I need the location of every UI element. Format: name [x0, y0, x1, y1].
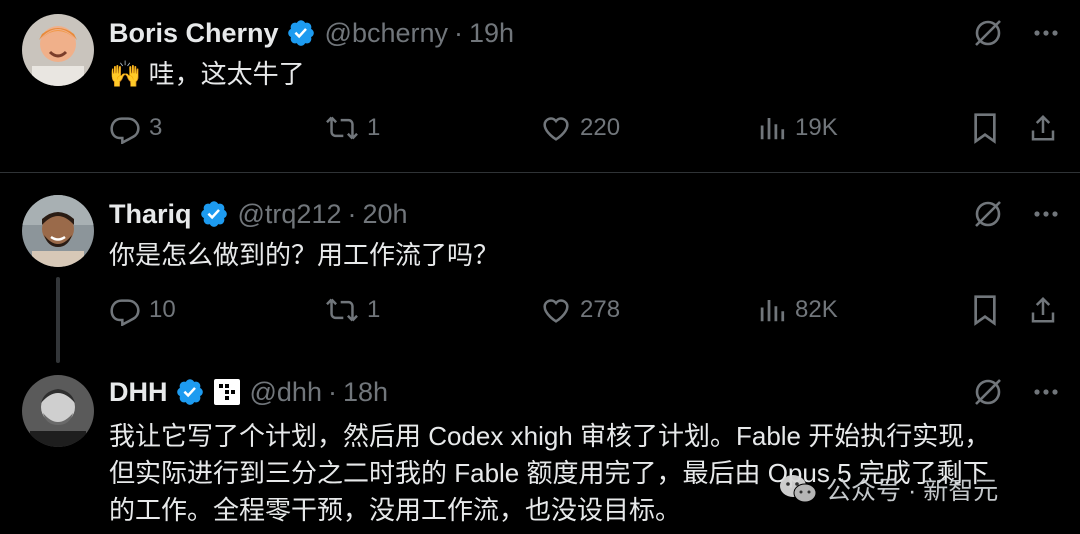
reply-count: 10: [149, 296, 176, 323]
share-button[interactable]: [1028, 112, 1066, 144]
tweet-dhh[interactable]: DHH @dhh · 18h 我让它写了个计划，然后用 Codex xhigh …: [0, 365, 1080, 534]
reply-count: 3: [149, 114, 163, 141]
retweet-icon: [326, 298, 358, 322]
retweet-count: 1: [367, 114, 381, 141]
like-icon: [543, 117, 569, 141]
views-icon: [760, 300, 785, 322]
affiliate-badge-icon[interactable]: [213, 378, 241, 406]
reply-button[interactable]: 3: [109, 112, 162, 144]
wechat-icon: [780, 475, 817, 503]
thread-connector: [56, 277, 60, 363]
bookmark-icon: [974, 295, 996, 326]
share-button[interactable]: [1028, 294, 1066, 326]
tweet-text: 🙌 哇，这太牛了: [109, 59, 305, 89]
user-handle[interactable]: @dhh: [250, 377, 322, 408]
retweet-button[interactable]: 1: [325, 112, 380, 144]
timestamp[interactable]: 18h: [343, 377, 388, 408]
user-name[interactable]: Boris Cherny: [109, 18, 279, 49]
reply-button[interactable]: 10: [109, 294, 176, 326]
more-icon[interactable]: [1032, 200, 1060, 233]
retweet-count: 1: [367, 296, 381, 323]
user-handle[interactable]: @trq212: [238, 199, 342, 230]
more-icon[interactable]: [1032, 378, 1060, 411]
like-count: 278: [580, 296, 621, 323]
bookmark-button[interactable]: [971, 294, 1007, 326]
tweet-header: Boris Cherny @bcherny · 19h: [109, 16, 514, 50]
tweet-text: 你是怎么做到的？用工作流了吗？: [109, 240, 500, 270]
reply-icon: [110, 117, 140, 144]
verified-badge-icon: [199, 199, 229, 229]
tweet-top-actions: [972, 376, 1060, 413]
timestamp[interactable]: 19h: [469, 18, 514, 49]
share-icon: [1031, 114, 1055, 141]
like-icon: [543, 299, 569, 323]
tweet-header: Thariq @trq212 · 20h: [109, 197, 408, 231]
tweet-boris[interactable]: Boris Cherny @bcherny · 19h 🙌 哇，这太牛了 3 1…: [0, 0, 1080, 172]
separator: ·: [347, 198, 357, 229]
user-name[interactable]: DHH: [109, 377, 168, 408]
views-button[interactable]: 19K: [757, 112, 838, 144]
tweet-top-actions: [972, 198, 1060, 235]
views-icon: [760, 118, 785, 140]
like-button[interactable]: 220: [540, 112, 620, 144]
bookmark-icon: [974, 113, 996, 144]
views-count: 19K: [795, 114, 838, 141]
separator: ·: [327, 376, 337, 407]
watermark: 公众号 · 新智元: [778, 471, 998, 507]
timestamp[interactable]: 20h: [362, 199, 407, 230]
more-icon[interactable]: [1032, 19, 1060, 52]
like-button[interactable]: 278: [540, 294, 620, 326]
grok-icon[interactable]: [972, 376, 1004, 413]
grok-icon[interactable]: [972, 17, 1004, 54]
bookmark-button[interactable]: [971, 112, 1007, 144]
avatar[interactable]: [22, 195, 94, 267]
tweet-top-actions: [972, 17, 1060, 54]
views-count: 82K: [795, 296, 838, 323]
tweet-actions: 10 1 278 82K: [109, 294, 1059, 334]
user-name[interactable]: Thariq: [109, 199, 192, 230]
avatar[interactable]: [22, 14, 94, 86]
tweet-thariq[interactable]: Thariq @trq212 · 20h 你是怎么做到的？用工作流了吗？ 10 …: [0, 173, 1080, 365]
retweet-icon: [326, 116, 358, 140]
reply-icon: [110, 299, 140, 326]
grok-icon[interactable]: [972, 198, 1004, 235]
avatar[interactable]: [22, 375, 94, 447]
verified-badge-icon: [286, 18, 316, 48]
retweet-button[interactable]: 1: [325, 294, 380, 326]
user-handle[interactable]: @bcherny: [325, 18, 448, 49]
verified-badge-icon: [175, 377, 205, 407]
share-icon: [1031, 296, 1055, 323]
watermark-text: 公众号 · 新智元: [826, 477, 999, 505]
tweet-header: DHH @dhh · 18h: [109, 375, 388, 409]
tweet-actions: 3 1 220 19K: [109, 112, 1059, 152]
like-count: 220: [580, 114, 621, 141]
separator: ·: [454, 17, 464, 48]
views-button[interactable]: 82K: [757, 294, 838, 326]
